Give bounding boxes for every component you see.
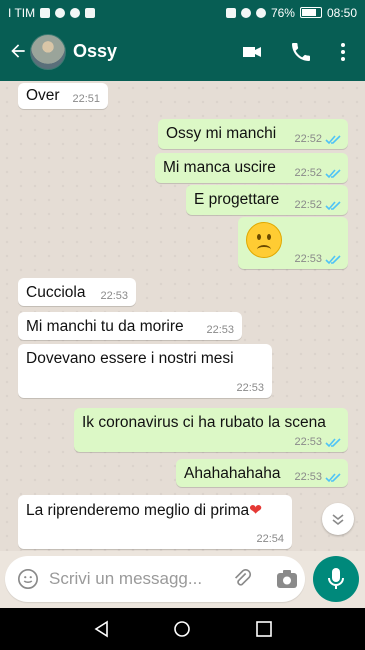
nav-back-icon[interactable] [92,619,112,639]
message-text: Ahahahahaha [184,465,281,482]
message-composer[interactable]: Scrivi un messagg... [5,556,305,602]
message-text: Dovevano essere i nostri mesi [26,350,234,367]
message-outgoing: E progettare 22:52 [186,185,348,215]
message-time: 22:52 [294,133,322,145]
message-time: 22:52 [294,167,322,179]
message-outgoing-emoji: 😦 22:53 [238,217,348,269]
message-text: Cucciola [26,284,86,301]
contact-name[interactable]: Ossy [73,41,117,62]
read-receipt-icon [325,438,341,448]
nav-recents-icon[interactable] [254,619,274,639]
message-incoming: Mi manchi tu da morire 22:53 [18,312,242,340]
nfc-icon [225,7,236,18]
sim-icon [40,7,51,18]
read-receipt-icon [325,473,341,483]
message-time: 22:53 [100,290,128,302]
message-outgoing: Ik coronavirus ci ha rubato la scena 22:… [74,408,348,452]
message-incoming: Over 22:51 [18,83,108,109]
clock: 08:50 [326,5,357,20]
message-outgoing: Mi manca uscire 22:52 [155,153,348,183]
battery-icon [299,7,322,18]
message-time: 22:53 [294,253,322,265]
nav-home-icon[interactable] [172,619,192,639]
message-time: 22:52 [294,199,322,211]
frowning-face-emoji [246,222,282,258]
message-incoming: Cucciola 22:53 [18,278,136,306]
message-incoming: La riprenderemo meglio di prima❤ 22:54 [18,495,292,549]
read-receipt-icon [325,255,341,265]
message-text: E progettare [194,191,280,208]
video-call-icon[interactable] [240,40,264,64]
message-time: 22:54 [256,533,284,545]
wifi-icon [255,7,266,18]
chat-header: Ossy [0,25,365,81]
read-receipt-icon [325,201,341,211]
system-navigation-bar [0,608,365,650]
status-bar: I TIM 76% 08:50 [0,0,365,25]
cloud-icon [55,7,66,18]
more-options-icon[interactable] [331,40,355,64]
chevron-down-icon [332,514,344,526]
message-text: Mi manca uscire [163,159,276,176]
message-time: 22:53 [236,382,264,394]
message-text: Ik coronavirus ci ha rubato la scena [82,414,326,431]
message-time: 22:53 [206,324,234,336]
message-text: Over [26,87,60,104]
facebook-icon [70,7,81,18]
gallery-icon [85,7,96,18]
back-arrow-icon[interactable] [8,41,28,61]
attach-icon[interactable] [231,568,253,590]
message-text: La riprenderemo meglio di prima [26,502,250,519]
message-text: Mi manchi tu da morire [26,318,184,335]
message-outgoing: Ahahahahaha 22:53 [176,459,348,487]
message-list[interactable]: Over 22:51 Ossy mi manchi 22:52 Mi manca… [0,81,365,551]
message-time: 22:53 [294,471,322,483]
message-text: Ossy mi manchi [166,125,277,142]
message-input[interactable]: Scrivi un messagg... [49,569,202,589]
read-receipt-icon [325,135,341,145]
scroll-to-bottom-button[interactable] [322,503,354,535]
emoji-icon[interactable] [17,568,39,590]
battery-percent: 76% [270,5,295,20]
camera-icon[interactable] [275,568,299,590]
message-time: 22:53 [294,436,322,448]
phone-icon[interactable] [289,40,313,64]
alarm-icon [240,7,251,18]
message-incoming: Dovevano essere i nostri mesi 22:53 [18,344,272,398]
message-time: 22:51 [72,93,100,105]
carrier-label: I TIM [8,5,36,20]
microphone-icon [328,568,344,589]
message-outgoing: Ossy mi manchi 22:52 [158,119,348,149]
heart-emoji: ❤ [249,502,263,519]
voice-message-button[interactable] [313,556,359,602]
read-receipt-icon [325,169,341,179]
avatar[interactable] [30,34,66,70]
